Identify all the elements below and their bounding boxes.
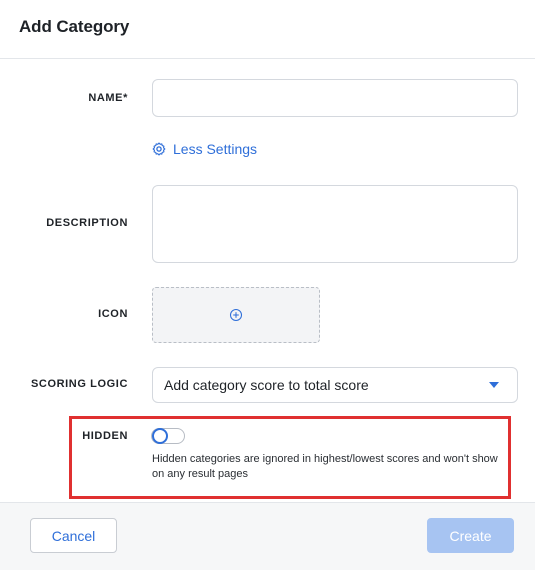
plus-circle-icon (229, 308, 243, 322)
less-settings-label: Less Settings (173, 141, 258, 157)
scoring-logic-select[interactable]: Add category score to total score (152, 367, 518, 403)
dialog-title: Add Category (19, 17, 130, 36)
name-label: NAME* (88, 92, 128, 104)
dialog-footer: Cancel Create (0, 502, 535, 570)
create-button[interactable]: Create (427, 518, 514, 553)
description-label: DESCRIPTION (46, 217, 128, 229)
toggle-knob (152, 428, 168, 444)
hidden-toggle[interactable] (151, 428, 185, 444)
dialog-header: Add Category (0, 0, 535, 59)
hidden-label: HIDDEN (82, 430, 128, 442)
less-settings-link[interactable]: Less Settings (152, 141, 257, 157)
cancel-button[interactable]: Cancel (30, 518, 117, 553)
hidden-hint: Hidden categories are ignored in highest… (152, 453, 498, 480)
name-input[interactable] (152, 79, 518, 117)
scoring-logic-value: Add category score to total score (164, 377, 369, 393)
scoring-logic-label: SCORING LOGIC (30, 378, 128, 390)
gear-icon (152, 142, 166, 156)
caret-down-icon (489, 382, 499, 388)
icon-label: ICON (98, 308, 128, 320)
icon-upload-box[interactable] (152, 287, 320, 343)
description-input[interactable] (152, 185, 518, 263)
